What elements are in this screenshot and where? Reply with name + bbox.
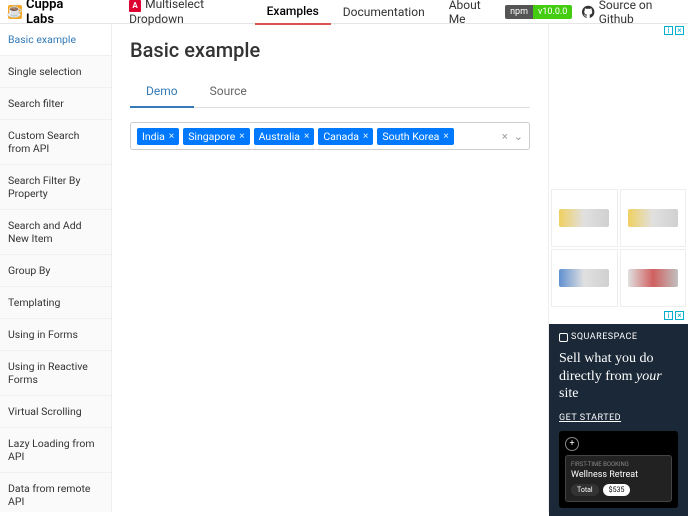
chip-remove-icon[interactable]: × — [169, 131, 174, 142]
sidebar-item-using-forms[interactable]: Using in Forms — [0, 319, 111, 351]
product-cell[interactable] — [620, 189, 687, 247]
ad-cta[interactable]: GET STARTED — [559, 413, 678, 423]
product-cell[interactable] — [551, 189, 618, 247]
tab-demo[interactable]: Demo — [130, 76, 194, 108]
sidebar-item-single-selection[interactable]: Single selection — [0, 56, 111, 88]
sidebar-item-templating[interactable]: Templating — [0, 287, 111, 319]
nav-examples[interactable]: Examples — [255, 0, 331, 25]
sidebar-item-virtual-scrolling[interactable]: Virtual Scrolling — [0, 396, 111, 428]
ad-close-icon[interactable]: × — [675, 26, 684, 35]
ad-headline: Sell what you do directly from your site — [559, 350, 678, 403]
sidebar-item-search-filter-property[interactable]: Search Filter By Property — [0, 165, 111, 210]
ad-info-icon[interactable]: i — [664, 311, 673, 320]
chip-remove-icon[interactable]: × — [363, 131, 368, 142]
ad-marker-top: i × — [549, 24, 688, 37]
github-icon — [582, 5, 594, 19]
sidebar-item-lazy-loading[interactable]: Lazy Loading from API — [0, 428, 111, 473]
product-cell[interactable] — [551, 249, 618, 307]
product-cell[interactable] — [620, 249, 687, 307]
ad-preview-card: First-time booking Wellness Retreat Tota… — [565, 455, 672, 502]
ad-close-icon[interactable]: × — [675, 311, 684, 320]
chip-canada: Canada× — [318, 128, 373, 145]
tabs: Demo Source — [130, 76, 530, 108]
chip-remove-icon[interactable]: × — [239, 131, 244, 142]
chip-south-korea: South Korea× — [377, 128, 453, 145]
logo-icon: ☕ — [8, 5, 22, 19]
sidebar-item-search-add-new[interactable]: Search and Add New Item — [0, 210, 111, 255]
ad-preview: + First-time booking Wellness Retreat To… — [559, 431, 678, 508]
github-link[interactable]: Source on Github — [582, 0, 680, 26]
npm-badge[interactable]: npm v10.0.0 — [505, 5, 572, 19]
ad-marker-mid: i × — [549, 309, 688, 322]
sidebar: Basic example Single selection Search fi… — [0, 24, 112, 512]
nav-documentation[interactable]: Documentation — [331, 0, 437, 24]
product-image — [559, 209, 609, 227]
clear-all-icon[interactable]: × — [502, 130, 508, 143]
ad-column: i × i × SQUARESPACE Sell what you do dir… — [548, 24, 688, 512]
product-image — [559, 269, 609, 287]
angular-icon: A — [129, 0, 141, 12]
squarespace-logo-icon — [559, 333, 568, 342]
chip-singapore: Singapore× — [183, 128, 249, 145]
squarespace-logo: SQUARESPACE — [559, 332, 678, 342]
tab-source[interactable]: Source — [194, 76, 263, 107]
product-ad-grid[interactable] — [549, 187, 688, 309]
ad-info-icon[interactable]: i — [664, 26, 673, 35]
sidebar-item-basic-example[interactable]: Basic example — [0, 24, 111, 56]
sidebar-item-using-reactive-forms[interactable]: Using in Reactive Forms — [0, 351, 111, 396]
sidebar-item-search-filter[interactable]: Search filter — [0, 88, 111, 120]
page-title: Basic example — [130, 38, 530, 62]
logo[interactable]: ☕ Cuppa Labs — [8, 0, 89, 27]
product-image — [628, 269, 678, 287]
chip-remove-icon[interactable]: × — [304, 131, 309, 142]
add-icon: + — [565, 437, 579, 451]
logo-text: Cuppa Labs — [26, 0, 89, 27]
chip-australia: Australia× — [254, 128, 315, 145]
content-area: Basic example Demo Source India× Singapo… — [112, 24, 548, 512]
chip-remove-icon[interactable]: × — [443, 131, 448, 142]
sidebar-item-group-by[interactable]: Group By — [0, 255, 111, 287]
multiselect-dropdown[interactable]: India× Singapore× Australia× Canada× Sou… — [130, 122, 530, 150]
sidebar-item-data-remote[interactable]: Data from remote API — [0, 473, 111, 512]
squarespace-ad[interactable]: SQUARESPACE Sell what you do directly fr… — [549, 324, 688, 516]
chevron-down-icon[interactable]: ⌄ — [514, 130, 523, 143]
product-image — [628, 209, 678, 227]
sidebar-item-custom-search-api[interactable]: Custom Search from API — [0, 120, 111, 165]
chip-india: India× — [137, 128, 179, 145]
